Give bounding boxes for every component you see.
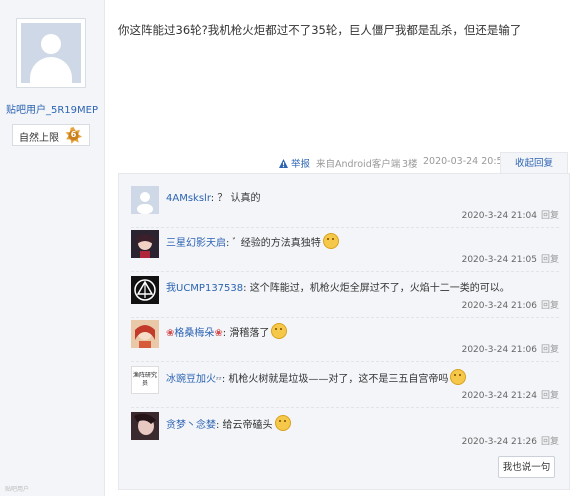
reply-item: 贪梦丶念婪: 给云帝磕头 2020-3-24 21:26 回复 [119, 406, 571, 454]
reply-avatar-text: 渔阵研究员 [132, 372, 157, 387]
reply-button[interactable]: 回复 [541, 211, 559, 221]
reply-text: : ﾞ 经验的方法真独特 [226, 238, 321, 249]
reply-avatar[interactable] [131, 276, 159, 304]
level-badge-icon: 6 [65, 127, 82, 144]
reply-item: 渔阵研究员 冰豌豆加火ᶻᶻ: 机枪火树就是垃圾——对了，这不是三五自宫帝吗 20… [119, 360, 571, 408]
reply-avatar[interactable]: 渔阵研究员 [131, 366, 159, 394]
fold-replies-button[interactable]: 收起回复 [500, 152, 568, 174]
reply-username[interactable]: 冰豌豆加火 [166, 374, 216, 385]
level-title: 自然上限 [19, 133, 59, 144]
smile-emoji-icon [322, 233, 339, 249]
author-sidebar: 贴吧用户_5R19MEP 自然上限 6 [0, 0, 105, 496]
reply-text: : ？ 认真的 [210, 193, 261, 204]
reply-text: : 给云帝磕头 [216, 420, 273, 431]
reply-button[interactable]: 回复 [541, 345, 559, 355]
watermark: 贴吧用户 [5, 486, 30, 493]
say-something-button[interactable]: 我也说一句 [498, 456, 555, 478]
reply-panel: 4AMskslr: ？ 认真的 2020-3-24 21:04 回复 三星幻影天启… [118, 173, 570, 490]
reply-avatar[interactable] [131, 186, 159, 214]
reply-button[interactable]: 回复 [541, 301, 559, 311]
post-floor: 3楼 [402, 159, 418, 170]
author-level-box[interactable]: 自然上限 6 [12, 124, 90, 146]
reply-text: : 机枪火树就是垃圾——对了，这不是三五自宫帝吗 [221, 374, 449, 385]
reply-username[interactable]: 格桑梅朵 [174, 328, 214, 339]
reply-time: 2020-3-24 21:26 [461, 437, 537, 447]
reply-item: 三星幻影天启: ﾞ 经验的方法真独特 2020-3-24 21:05 回复 [119, 224, 571, 272]
smile-emoji-icon [274, 415, 291, 431]
reply-button[interactable]: 回复 [541, 255, 559, 265]
reply-item: 4AMskslr: ？ 认真的 2020-3-24 21:04 回复 [119, 180, 571, 228]
reply-time: 2020-3-24 21:04 [461, 211, 537, 221]
reply-time: 2020-3-24 21:06 [461, 301, 537, 311]
smile-emoji-icon [271, 323, 288, 339]
reply-username[interactable]: 我UCMP137538 [166, 283, 243, 294]
author-avatar[interactable] [16, 18, 86, 88]
reply-time: 2020-3-24 21:06 [461, 345, 537, 355]
reply-button[interactable]: 回复 [541, 391, 559, 401]
author-username[interactable]: 贴吧用户_5R19MEP [0, 101, 104, 116]
reply-item: ❀格桑梅朵❀: 滑稽落了 2020-3-24 21:06 回复 [119, 314, 571, 362]
reply-time: 2020-3-24 21:05 [461, 255, 537, 265]
post-source: 来自Android客户端 [316, 159, 401, 170]
reply-time: 2020-3-24 21:24 [461, 391, 537, 401]
reply-username[interactable]: 贪梦丶念婪 [166, 420, 216, 431]
reply-avatar[interactable] [131, 412, 159, 440]
level-number: 6 [70, 130, 77, 139]
reply-avatar[interactable] [131, 230, 159, 258]
reply-text: : 滑稽落了 [222, 328, 270, 339]
reply-username[interactable]: 三星幻影天启 [166, 238, 226, 249]
flower-icon: ❀ [214, 328, 223, 339]
report-label: 举报 [291, 159, 311, 170]
smile-emoji-icon [450, 369, 467, 385]
warning-icon [279, 159, 288, 168]
reply-text: : 这个阵能过，机枪火炬全屏过不了，火焰十二一类的可以。 [243, 283, 510, 294]
reply-item: 我UCMP137538: 这个阵能过，机枪火炬全屏过不了，火焰十二一类的可以。 … [119, 270, 571, 318]
report-link[interactable]: 举报 [279, 156, 310, 170]
default-avatar-icon [21, 23, 81, 83]
reply-username[interactable]: 4AMskslr [166, 193, 211, 204]
reply-avatar[interactable] [131, 320, 159, 348]
post-datetime: 2020-03-24 20:58 [423, 156, 509, 167]
post-content: 你这阵能过36轮?我机枪火炬都过不了35轮，巨人僵尸我都是乱杀，但还是输了 [118, 23, 522, 37]
reply-button[interactable]: 回复 [541, 437, 559, 447]
